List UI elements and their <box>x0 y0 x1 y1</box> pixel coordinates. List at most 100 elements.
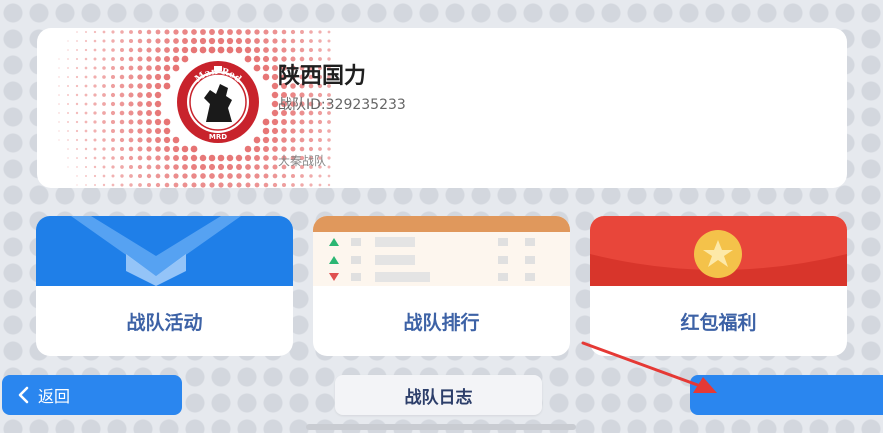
halftone-dot <box>173 29 179 35</box>
halftone-dot <box>173 155 179 161</box>
halftone-dot <box>128 119 134 125</box>
halftone-dot <box>154 73 162 81</box>
halftone-dot <box>309 39 313 43</box>
halftone-dot <box>129 183 133 187</box>
halftone-dot <box>272 146 278 152</box>
halftone-dot <box>173 38 179 44</box>
halftone-dot <box>208 163 216 171</box>
halftone-dot <box>146 47 152 53</box>
halftone-dot <box>254 38 260 44</box>
halftone-dot <box>208 154 216 162</box>
halftone-dot <box>164 164 170 170</box>
halftone-dot <box>84 120 88 124</box>
halftone-dot <box>58 112 60 114</box>
halftone-dot <box>75 111 79 115</box>
halftone-dot <box>146 65 152 71</box>
halftone-dot <box>102 48 106 52</box>
halftone-dot <box>318 48 322 52</box>
halftone-dot <box>299 119 305 125</box>
halftone-dot <box>110 119 116 125</box>
halftone-dot <box>119 74 125 80</box>
halftone-dot <box>262 55 270 63</box>
halftone-dot <box>110 92 116 98</box>
halftone-dot <box>154 118 162 126</box>
halftone-dot <box>191 164 197 170</box>
halftone-dot <box>146 182 152 188</box>
halftone-dot <box>172 145 180 153</box>
halftone-dot <box>290 47 296 53</box>
halftone-dot <box>245 182 251 188</box>
halftone-dot <box>272 164 278 170</box>
halftone-dot <box>58 67 60 69</box>
halftone-dot <box>75 138 79 142</box>
halftone-dot <box>120 165 124 169</box>
team-logo: Man Red MRD <box>177 61 259 143</box>
halftone-dot <box>236 164 242 170</box>
halftone-dot <box>190 37 198 45</box>
halftone-dot <box>58 76 60 78</box>
halftone-dot <box>67 148 69 150</box>
back-button[interactable]: 返回 <box>2 375 182 415</box>
halftone-dot <box>236 29 242 35</box>
halftone-dot <box>128 137 134 143</box>
halftone-dot <box>182 173 188 179</box>
halftone-dot <box>84 75 88 79</box>
halftone-dot <box>129 165 133 169</box>
halftone-dot <box>102 174 106 178</box>
team-activity-tile[interactable]: 战队活动 <box>36 216 293 356</box>
halftone-dot <box>272 182 278 188</box>
halftone-dot <box>137 65 143 71</box>
halftone-dot <box>93 66 97 70</box>
halftone-dot <box>58 121 60 123</box>
halftone-dot <box>173 173 179 179</box>
halftone-dot <box>262 118 270 126</box>
halftone-dot <box>154 100 162 108</box>
halftone-dot <box>227 29 233 35</box>
halftone-dot <box>75 102 79 106</box>
halftone-dot <box>163 82 171 90</box>
halftone-dot <box>327 120 331 124</box>
halftone-dot <box>155 47 161 53</box>
halftone-dot <box>181 154 189 162</box>
halftone-dot <box>263 47 269 53</box>
halftone-dot <box>254 173 260 179</box>
halftone-dot <box>119 110 125 116</box>
halftone-dot <box>200 173 206 179</box>
halftone-dot <box>253 145 261 153</box>
halftone-dot <box>263 173 269 179</box>
halftone-dot <box>128 110 134 116</box>
halftone-dot <box>218 182 224 188</box>
halftone-dot <box>164 38 170 44</box>
halftone-dot <box>119 65 125 71</box>
team-id: 战队ID:329235233 <box>278 97 406 113</box>
halftone-dot <box>173 164 179 170</box>
halftone-dot <box>129 174 133 178</box>
halftone-dot <box>318 39 322 43</box>
halftone-dot <box>318 183 322 187</box>
halftone-dot <box>199 46 207 54</box>
halftone-dot <box>67 121 69 123</box>
halftone-dot <box>244 46 252 54</box>
halftone-dot <box>155 56 161 62</box>
halftone-dot <box>93 174 97 178</box>
halftone-dot <box>190 46 198 54</box>
halftone-dot <box>209 182 215 188</box>
team-rank-tile[interactable]: 战队排行 <box>313 216 570 356</box>
halftone-dot <box>146 56 152 62</box>
halftone-dot <box>67 49 69 51</box>
halftone-dot <box>155 38 161 44</box>
halftone-dot <box>327 48 331 52</box>
halftone-dot <box>227 173 233 179</box>
halftone-dot <box>67 166 69 168</box>
halftone-dot <box>263 146 269 152</box>
halftone-dot <box>146 119 152 125</box>
halftone-dot <box>318 147 322 151</box>
halftone-dot <box>137 128 143 134</box>
halftone-dot <box>299 128 305 134</box>
halftone-dot <box>245 173 251 179</box>
halftone-dot <box>111 174 115 178</box>
halftone-dot <box>93 75 97 79</box>
halftone-dot <box>163 64 171 72</box>
team-log-button[interactable]: 战队日志 <box>335 375 542 415</box>
halftone-dot <box>102 138 106 142</box>
